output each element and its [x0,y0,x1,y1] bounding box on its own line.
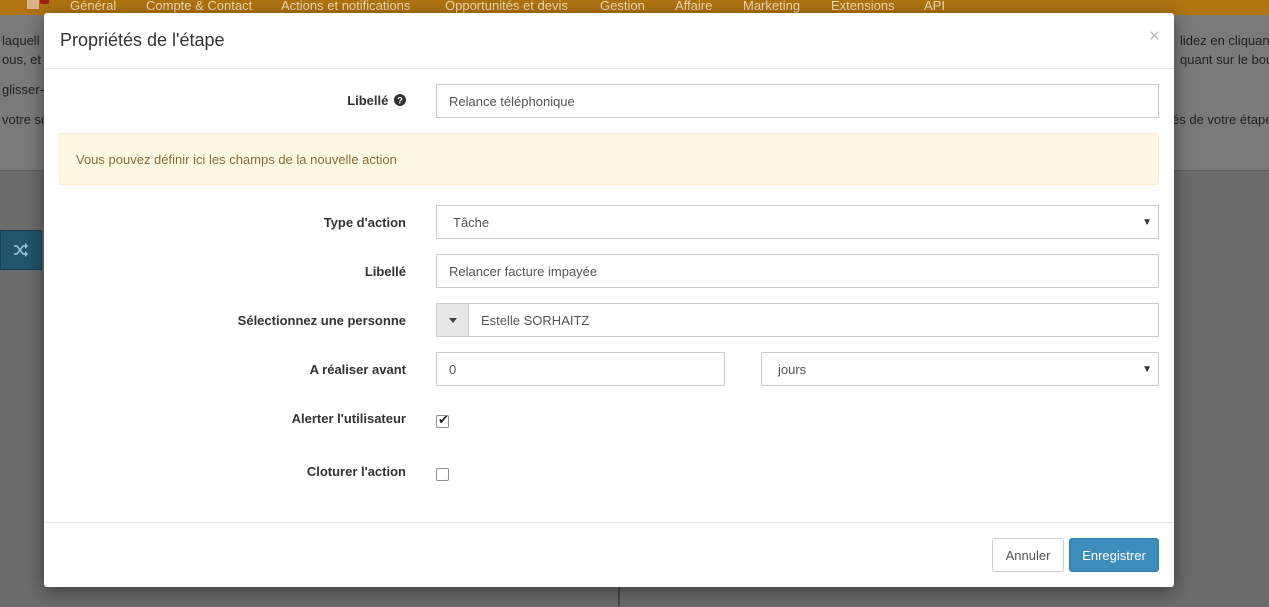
step-label-input[interactable]: Relance téléphonique [436,84,1159,118]
svg-text:?: ? [397,95,403,105]
nav-item-general[interactable]: Général [70,0,116,13]
shuffle-icon [14,243,28,257]
nav-item-gestion[interactable]: Gestion [600,0,645,13]
step-label-row: Libellé ? [347,93,406,108]
notification-badge [40,0,49,4]
caret-down-icon [448,317,457,323]
caret-down-icon: ▼ [1142,216,1152,228]
close-action-checkbox[interactable] [436,468,449,481]
close-button[interactable]: × [1149,27,1160,46]
save-button[interactable]: Enregistrer [1069,538,1159,572]
info-message: Vous pouvez définir ici les champs de la… [76,151,397,167]
action-type-select[interactable]: Tâche ▼ [436,205,1159,239]
bg-divider-vertical [618,587,620,607]
question-circle-icon[interactable]: ? [394,94,406,106]
due-unit-select[interactable]: jours ▼ [761,352,1159,386]
calendar-icon [27,0,39,9]
bg-text-snippet: votre so [2,112,49,127]
cancel-button[interactable]: Annuler [992,538,1064,572]
action-label-label: Libellé [364,264,406,279]
person-value: Estelle SORHAITZ [481,312,590,328]
modal-header: Propriétés de l'étape × [44,13,1174,69]
alert-user-checkbox[interactable]: ✔ [436,412,449,428]
step-label-value: Relance téléphonique [449,93,575,109]
due-unit-value: jours [778,361,807,377]
nav-item-marketing[interactable]: Marketing [743,0,800,13]
close-action-label: Cloturer l'action [306,464,406,479]
action-label-value: Relancer facture impayée [449,263,598,279]
person-dropdown-button[interactable] [436,303,469,337]
bg-text-snippet: ous, et [2,52,42,67]
action-label-input[interactable]: Relancer facture impayée [436,254,1159,288]
action-type-label: Type d'action [323,215,406,230]
info-alert: Vous pouvez définir ici les champs de la… [59,133,1159,185]
due-before-value: 0 [449,361,457,377]
modal-footer-divider [44,522,1174,523]
caret-down-icon: ▼ [1142,363,1152,375]
step-label-text: Libellé [347,93,389,108]
alert-user-label: Alerter l'utilisateur [291,411,406,426]
nav-item-extensions[interactable]: Extensions [831,0,895,13]
bg-text-snippet: glisser- [2,82,44,97]
nav-item-opportunites-devis[interactable]: Opportunités et devis [445,0,568,13]
modal-title: Propriétés de l'étape [60,30,225,50]
bg-shuffle-button[interactable] [0,230,42,270]
person-input[interactable]: Estelle SORHAITZ [468,303,1159,337]
nav-item-api[interactable]: API [924,0,945,13]
bg-text-snippet: quant sur le bou [1180,52,1269,67]
bg-text-snippet: és de votre étape [1172,112,1269,127]
nav-item-actions-notifications[interactable]: Actions et notifications [281,0,410,13]
action-type-value: Tâche [453,214,490,230]
due-before-input[interactable]: 0 [436,352,725,386]
check-icon: ✔ [438,412,449,427]
person-label: Sélectionnez une personne [237,313,406,328]
step-properties-modal: Propriétés de l'étape × Libellé ? Relanc… [44,13,1174,587]
nav-item-affaire[interactable]: Affaire [675,0,712,13]
nav-item-compte-contact[interactable]: Compte & Contact [146,0,252,13]
bg-text-snippet: laquell [2,33,40,48]
due-before-label: A réaliser avant [309,362,406,377]
bg-text-snippet: lidez en cliquant [1180,33,1269,48]
